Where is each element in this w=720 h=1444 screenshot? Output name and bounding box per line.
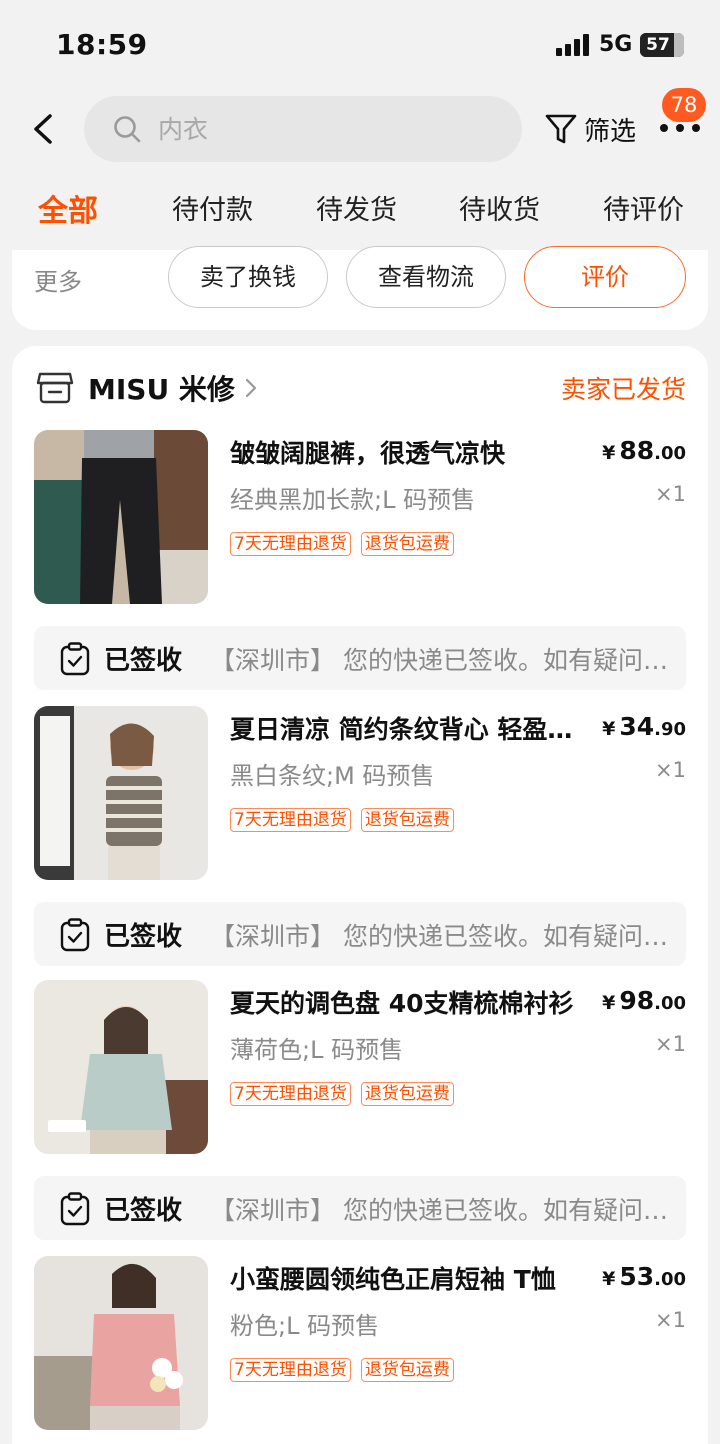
product-quantity: ×1: [655, 482, 686, 506]
status-bar: 18:59 5G 57: [0, 0, 720, 90]
clipboard-check-icon: [60, 642, 90, 676]
logistics-row[interactable]: 已签收 【深圳市】 您的快递已签收。如有疑问请联系快递员: [34, 1176, 686, 1240]
clipboard-check-icon: [60, 1192, 90, 1226]
product-price: ¥98.00: [602, 986, 686, 1015]
filter-funnel-icon: [545, 114, 577, 144]
product-quantity: ×1: [655, 1032, 686, 1056]
return-policy-tag: 7天无理由退货: [230, 1082, 351, 1106]
product-spec: 粉色;L 码预售: [230, 1312, 380, 1340]
order-item[interactable]: 夏天的调色盘 40支精梳棉衬衫 ¥98.00 薄荷色;L 码预售 ×1 7天无理…: [34, 980, 686, 1156]
shop-link[interactable]: MISU 米修: [36, 366, 259, 410]
order-item[interactable]: 夏日清凉 简约条纹背心 轻盈透气 ¥34.90 黑白条纹;M 码预售 ×1 7天…: [34, 706, 686, 882]
clipboard-check-icon: [60, 918, 90, 952]
more-link[interactable]: 更多: [34, 262, 82, 297]
chevron-right-icon: [245, 378, 257, 398]
service-tags: 7天无理由退货 退货包运费: [230, 1358, 464, 1382]
logistics-detail: 【深圳市】 您的快递已签收。如有疑问请联系快递员: [210, 646, 676, 675]
service-tags: 7天无理由退货 退货包运费: [230, 1082, 464, 1106]
battery-level: 57: [646, 35, 670, 55]
logistics-row[interactable]: 已签收 【深圳市】 您的快递已签收。如有疑问请联系快递员: [34, 626, 686, 690]
filter-button[interactable]: 筛选: [544, 108, 636, 150]
product-image: [34, 706, 208, 880]
logistics-status: 已签收: [104, 922, 183, 952]
product-spec: 薄荷色;L 码预售: [230, 1036, 404, 1064]
tab-pending-receipt[interactable]: 待收货: [459, 188, 540, 227]
track-logistics-button[interactable]: 查看物流: [346, 246, 506, 308]
return-shipping-tag: 退货包运费: [360, 1082, 454, 1106]
order-tabs: 全部 待付款 待发货 待收货 待评价: [0, 188, 720, 244]
product-price: ¥34.90: [602, 712, 686, 741]
product-image: [34, 430, 208, 604]
order-item[interactable]: 小蛮腰圆领纯色正肩短袖 T恤 ¥53.00 粉色;L 码预售 ×1 7天无理由退…: [34, 1256, 686, 1432]
service-tags: 7天无理由退货 退货包运费: [230, 808, 464, 832]
return-shipping-tag: 退货包运费: [360, 532, 454, 556]
back-arrow-icon: [34, 114, 52, 144]
product-spec: 经典黑加长款;L 码预售: [230, 486, 476, 514]
signal-icon: [556, 34, 590, 56]
product-title: 夏天的调色盘 40支精梳棉衬衫: [230, 989, 574, 1018]
logistics-row[interactable]: 已签收 【深圳市】 您的快递已签收。如有疑问请联系快递员: [34, 902, 686, 966]
logistics-status: 已签收: [104, 646, 183, 676]
order-item[interactable]: 皱皱阔腿裤，很透气凉快 ¥88.00 经典黑加长款;L 码预售 ×1 7天无理由…: [34, 430, 686, 606]
product-image: [34, 980, 208, 1154]
tab-pending-payment[interactable]: 待付款: [172, 188, 253, 227]
tab-all[interactable]: 全部: [38, 186, 98, 230]
tab-pending-shipment[interactable]: 待发货: [316, 188, 397, 227]
product-quantity: ×1: [655, 1308, 686, 1332]
return-policy-tag: 7天无理由退货: [230, 808, 351, 832]
logistics-status: 已签收: [104, 1196, 183, 1226]
logistics-detail: 【深圳市】 您的快递已签收。如有疑问请联系快递员: [210, 922, 676, 951]
tab-pending-review[interactable]: 待评价: [603, 188, 684, 227]
status-time: 18:59: [56, 28, 148, 61]
product-price: ¥88.00: [602, 436, 686, 465]
return-shipping-tag: 退货包运费: [360, 808, 454, 832]
network-label: 5G: [599, 32, 633, 57]
product-title: 皱皱阔腿裤，很透气凉快: [230, 439, 506, 468]
product-spec: 黑白条纹;M 码预售: [230, 762, 435, 790]
review-button[interactable]: 评价: [524, 246, 686, 308]
search-input[interactable]: [158, 96, 498, 162]
order-card: MISU 米修 卖家已发货 皱皱阔腿裤，很透气凉快 ¥88.00 经典黑加长款;…: [12, 346, 708, 1444]
previous-order-card: 更多 卖了换钱 查看物流 评价: [12, 246, 708, 330]
logistics-detail: 【深圳市】 您的快递已签收。如有疑问请联系快递员: [210, 1196, 676, 1225]
return-shipping-tag: 退货包运费: [360, 1358, 454, 1382]
return-policy-tag: 7天无理由退货: [230, 1358, 351, 1382]
search-bar[interactable]: [84, 96, 522, 162]
sell-button[interactable]: 卖了换钱: [168, 246, 328, 308]
order-status: 卖家已发货: [560, 375, 686, 404]
battery-icon: 57: [640, 33, 684, 57]
message-badge: 78: [662, 88, 706, 122]
product-image: [34, 1256, 208, 1430]
product-price: ¥53.00: [602, 1262, 686, 1291]
product-title: 小蛮腰圆领纯色正肩短袖 T恤: [230, 1265, 556, 1294]
filter-label: 筛选: [584, 116, 637, 147]
search-icon: [114, 116, 141, 143]
product-title: 夏日清凉 简约条纹背心 轻盈透气: [230, 715, 580, 744]
return-policy-tag: 7天无理由退货: [230, 532, 351, 556]
service-tags: 7天无理由退货 退货包运费: [230, 532, 464, 556]
shop-icon: [36, 372, 74, 404]
back-button[interactable]: [26, 106, 66, 152]
shop-name: MISU 米修: [88, 373, 235, 406]
product-quantity: ×1: [655, 758, 686, 782]
